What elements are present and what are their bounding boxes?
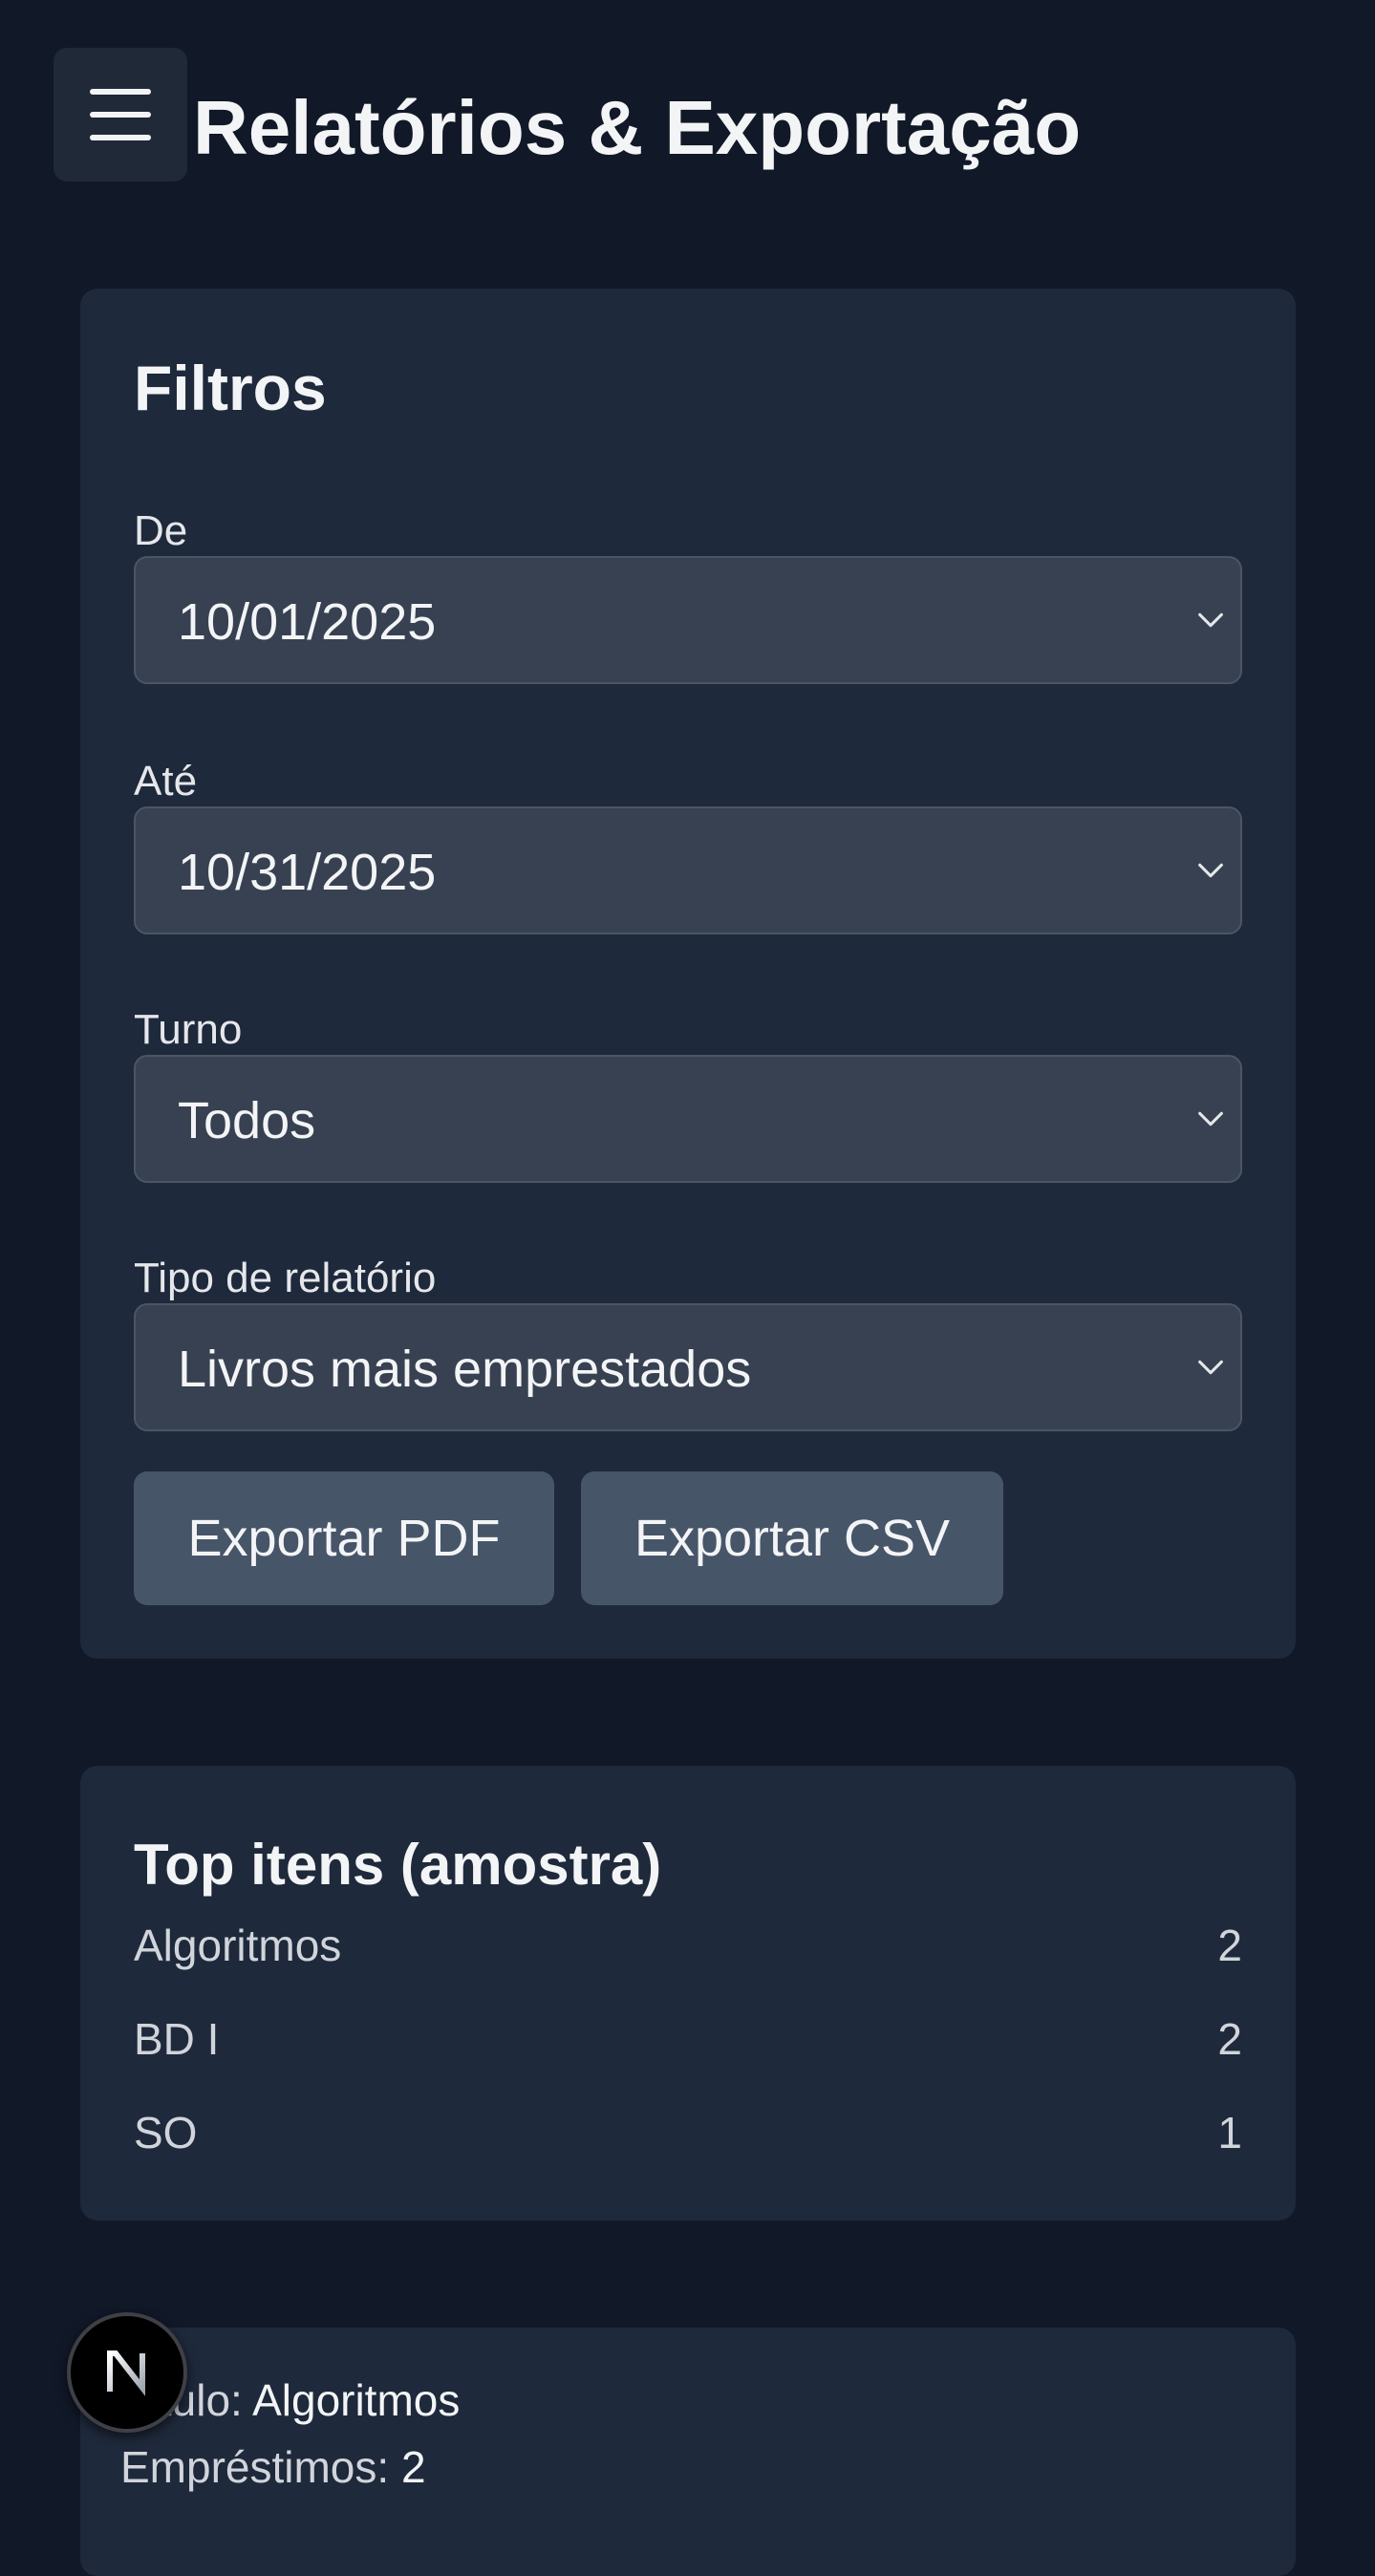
report-type-label: Tipo de relatório	[134, 1255, 437, 1301]
filters-title: Filtros	[134, 353, 327, 423]
chevron-down-icon	[1198, 1360, 1223, 1375]
chevron-down-icon	[1198, 1111, 1223, 1127]
list-item: SO 1	[134, 2104, 1242, 2161]
list-item: BD I 2	[134, 2010, 1242, 2068]
export-pdf-button[interactable]: Exportar PDF	[134, 1471, 554, 1605]
detail-card: Título: Algoritmos Empréstimos: 2	[80, 2328, 1296, 2576]
item-name: SO	[134, 2108, 198, 2157]
from-date-value: 10/01/2025	[178, 593, 437, 651]
page-title: Relatórios & Exportação	[193, 85, 1082, 170]
list-item: Algoritmos 2	[134, 1917, 1242, 1974]
item-name: Algoritmos	[134, 1921, 342, 1970]
shift-label: Turno	[134, 1006, 243, 1053]
from-date-select[interactable]: 10/01/2025	[134, 556, 1242, 684]
shift-select[interactable]: Todos	[134, 1055, 1242, 1183]
report-type-value: Livros mais emprestados	[178, 1341, 752, 1398]
filters-card: Filtros De 10/01/2025 Até 10/31/2025 Tur…	[80, 289, 1296, 1659]
item-count: 2	[1217, 2014, 1242, 2064]
item-count: 2	[1217, 1921, 1242, 1970]
top-items-card: Top itens (amostra) Algoritmos 2 BD I 2 …	[80, 1766, 1296, 2221]
nextjs-letter-icon	[107, 2351, 145, 2396]
detail-loans-value: 2	[400, 2442, 426, 2492]
menu-button[interactable]	[54, 48, 187, 182]
detail-title-value: Algoritmos	[252, 2375, 461, 2425]
nextjs-logo-icon[interactable]	[67, 2312, 187, 2433]
detail-loans-label: Empréstimos:	[120, 2442, 390, 2492]
item-count: 1	[1217, 2108, 1242, 2157]
item-name: BD I	[134, 2014, 220, 2064]
detail-loans-line: Empréstimos: 2	[120, 2438, 426, 2496]
export-csv-button[interactable]: Exportar CSV	[581, 1471, 1003, 1605]
shift-value: Todos	[178, 1092, 316, 1149]
chevron-down-icon	[1198, 863, 1223, 878]
to-date-label: Até	[134, 758, 198, 805]
hamburger-menu-icon	[90, 89, 151, 140]
page-header: Relatórios & Exportação	[0, 0, 1375, 210]
to-date-select[interactable]: 10/31/2025	[134, 806, 1242, 934]
from-date-label: De	[134, 507, 188, 554]
chevron-down-icon	[1198, 612, 1223, 628]
report-type-select[interactable]: Livros mais emprestados	[134, 1303, 1242, 1431]
to-date-value: 10/31/2025	[178, 844, 437, 901]
top-items-title: Top itens (amostra)	[134, 1833, 662, 1897]
